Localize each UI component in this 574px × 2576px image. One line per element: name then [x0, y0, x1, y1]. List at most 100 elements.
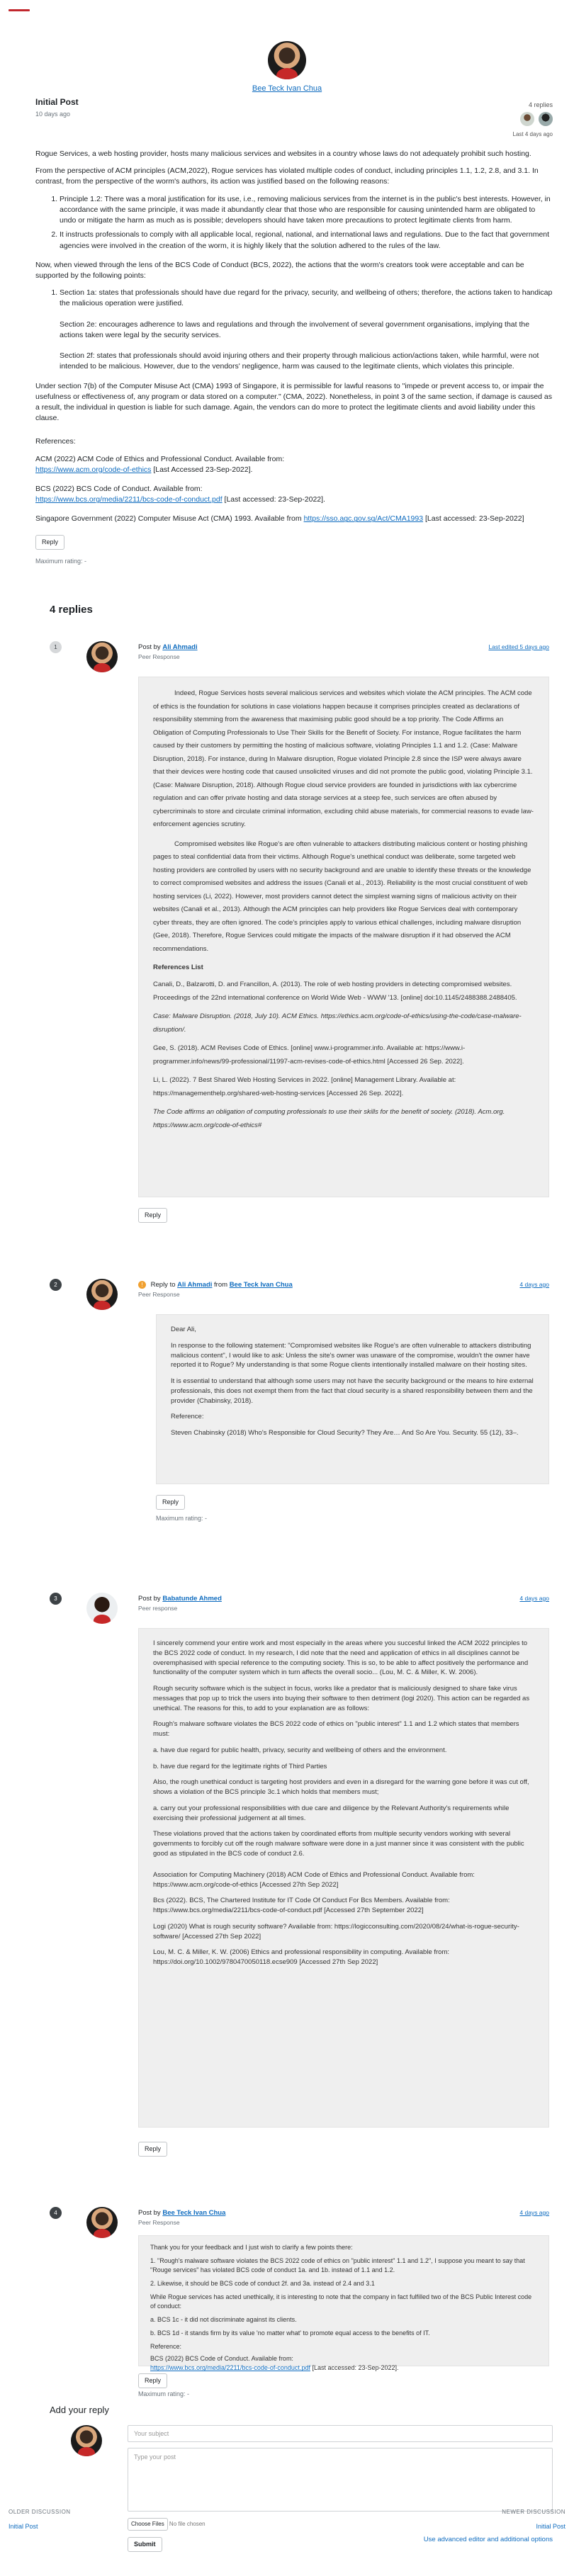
reply-author-avatar[interactable]: [86, 641, 118, 672]
reply-button[interactable]: Reply: [138, 2373, 168, 2389]
reply-paragraph: b. have due regard for the legitimate ri…: [153, 1762, 327, 1770]
reply-author-link[interactable]: Bee Teck Ivan Chua: [230, 1281, 293, 1289]
max-rating: Maximum rating: -: [138, 2390, 190, 2397]
reference-list-title: References List: [153, 964, 203, 972]
reply-author-link[interactable]: Ali Ahmadi: [162, 643, 197, 651]
reply-paragraph: a. BCS 1c - it did not discriminate agai…: [150, 2316, 297, 2324]
newer-discussion-label: Newer discussion: [502, 2509, 565, 2515]
post-by-label: Post by: [138, 2209, 161, 2217]
reply-role: Peer Response: [138, 653, 180, 660]
references-title: References:: [35, 437, 76, 446]
file-picker: Choose Files No file chosen: [128, 2518, 206, 2531]
reply-button[interactable]: Reply: [156, 1495, 186, 1510]
choose-files-button[interactable]: Choose Files: [128, 2518, 168, 2531]
reference-item: ACM (2022) ACM Code of Ethics and Profes…: [35, 454, 553, 475]
reply-thread-4: 4 Post by Bee Teck Ivan Chua Peer Respon…: [50, 2207, 553, 2397]
older-discussion-label: Older discussion: [9, 2509, 71, 2515]
bcs-sections-list: Section 1a: states that professionals sh…: [60, 288, 553, 372]
reply-author-avatar[interactable]: [86, 2207, 118, 2238]
reply-index: 4: [50, 2207, 62, 2219]
reply-index: 2: [50, 1279, 62, 1291]
reply-content: I sincerely commend your entire work and…: [138, 1628, 549, 2128]
reference-link[interactable]: https://www.acm.org/code-of-ethics: [35, 465, 151, 474]
older-discussion-link[interactable]: Initial Post: [9, 2522, 71, 2531]
reply-content: Thank you for your feedback and I just w…: [138, 2235, 549, 2371]
post-paragraph: From the perspective of ACM principles (…: [35, 166, 539, 186]
reply-date-link[interactable]: Last edited 5 days ago: [488, 643, 549, 651]
reply-thread-2: 2 ! Reply to Ali Ahmadi from Bee Teck Iv…: [50, 1279, 553, 1576]
reference-item: Singapore Government (2022) Computer Mis…: [35, 514, 553, 524]
list-item: Section 1a: states that professionals sh…: [60, 288, 553, 309]
reply-paragraph: Also, the rough unethical conduct is tar…: [153, 1778, 529, 1797]
reply-paragraph: Compromised websites like Rogue's are of…: [153, 840, 531, 953]
reply-content: Dear Ali, In response to the following s…: [156, 1314, 549, 1484]
reply-date-link[interactable]: 4 days ago: [519, 1280, 549, 1289]
replies-count: 4 replies: [528, 101, 553, 108]
reference-link[interactable]: https://www.bcs.org/media/2211/bcs-code-…: [150, 2364, 310, 2371]
reply-paragraph: Thank you for your feedback and I just w…: [150, 2244, 353, 2251]
reply-author-avatar[interactable]: [86, 1593, 118, 1624]
list-item: It instructs professionals to comply wit…: [60, 230, 553, 251]
reference-link[interactable]: https://sso.agc.gov.sg/Act/CMA1993: [304, 514, 423, 523]
post-by-label: Post by: [138, 1595, 161, 1603]
replier-avatar[interactable]: [539, 112, 553, 126]
reply-meta: Post by Bee Teck Ivan Chua Peer Response…: [138, 2208, 549, 2227]
principles-list: Principle 1.2: There was a moral justifi…: [60, 194, 553, 252]
subject-input[interactable]: Your subject: [128, 2425, 553, 2442]
max-rating: Maximum rating: -: [156, 1515, 208, 1522]
reply-thread-1: 1 Post by Ali Ahmadi Peer Response Last …: [50, 641, 553, 1265]
post-paragraph: Rogue Services, a web hosting provider, …: [35, 149, 531, 158]
reply-date-link[interactable]: 4 days ago: [519, 2208, 549, 2217]
post-textarea[interactable]: Type your post: [128, 2448, 553, 2512]
reference-text: BCS (2022) BCS Code of Conduct. Availabl…: [35, 485, 203, 494]
submit-button[interactable]: Submit: [128, 2537, 162, 2553]
post-paragraph: Now, when viewed through the lens of the…: [35, 260, 524, 280]
reply-content: Indeed, Rogue Services hosts several mal…: [138, 677, 549, 1197]
reply-paragraph: In response to the following statement: …: [171, 1341, 531, 1369]
reply-thread-3: 3 Post by Babatunde Ahmed Peer response …: [50, 1593, 553, 2195]
last-reply-time: Last 4 days ago: [512, 131, 553, 137]
reply-to-label: Reply to: [150, 1281, 176, 1289]
reference-item: Canali, D., Balzarotti, D. and Francillo…: [153, 981, 517, 1002]
reply-button[interactable]: Reply: [138, 1208, 168, 1224]
reply-date-link[interactable]: 4 days ago: [519, 1594, 549, 1603]
reply-button[interactable]: Reply: [138, 2142, 168, 2157]
reply-author-link[interactable]: Babatunde Ahmed: [162, 1595, 222, 1603]
reference-item: Li, L. (2022). 7 Best Shared Web Hosting…: [153, 1076, 456, 1097]
reference-item: BCS (2022) BCS Code of Conduct. Availabl…: [35, 484, 553, 505]
reference-item: Lou, M. C. & Miller, K. W. (2006) Ethics…: [153, 1948, 450, 1967]
reply-button[interactable]: Reply: [35, 534, 65, 550]
reply-role: Peer Response: [138, 2218, 180, 2226]
author-link[interactable]: Bee Teck Ivan Chua: [0, 84, 574, 95]
post-header: Initial Post 10 days ago 4 replies Last …: [35, 96, 553, 137]
from-label: from: [214, 1281, 228, 1289]
reference-item: BCS (2022) BCS Code of Conduct. Availabl…: [150, 2354, 537, 2373]
post-body: Rogue Services, a web hosting provider, …: [35, 149, 553, 566]
reference-accessed: [Last Accessed 23-Sep-2022].: [153, 465, 253, 474]
reply-to-author-link[interactable]: Ali Ahmadi: [177, 1281, 212, 1289]
reference-link[interactable]: https://www.bcs.org/media/2211/bcs-code-…: [35, 495, 223, 504]
reply-paragraph: These violations proved that the actions…: [153, 1830, 524, 1858]
post-title: Initial Post: [35, 97, 79, 107]
author-avatar[interactable]: [268, 41, 306, 79]
add-reply-title: Add your reply: [50, 2405, 109, 2415]
advanced-editor-link[interactable]: Use advanced editor and additional optio…: [424, 2535, 553, 2545]
reference-item: The Code affirms an obligation of comput…: [153, 1108, 505, 1129]
reply-paragraph: Rough security software which is the sub…: [153, 1685, 530, 1712]
reply-paragraph: While Rogue services has acted unethical…: [150, 2293, 532, 2310]
no-file-label: No file chosen: [169, 2521, 206, 2527]
older-discussion: Older discussion Initial Post: [9, 2508, 71, 2531]
replier-avatar[interactable]: [520, 112, 534, 126]
reply-index: 3: [50, 1593, 62, 1605]
newer-discussion-link[interactable]: Initial Post: [502, 2522, 565, 2531]
reference-item: Logi (2020) What is rough security softw…: [153, 1922, 519, 1941]
reference-text: Singapore Government (2022) Computer Mis…: [35, 514, 302, 524]
reply-author-link[interactable]: Bee Teck Ivan Chua: [162, 2209, 225, 2217]
reply-paragraph: b. BCS 1d - it stands firm by its value …: [150, 2329, 430, 2337]
reference-item: Case: Malware Disruption. (2018, July 10…: [153, 1012, 522, 1034]
reply-author-avatar[interactable]: [86, 1279, 118, 1310]
reply-paragraph: 1. "Rough's malware software violates th…: [150, 2257, 525, 2274]
reply-meta: Post by Ali Ahmadi Peer Response Last ed…: [138, 643, 549, 661]
reference-accessed: [Last accessed: 23-Sep-2022].: [312, 2364, 399, 2372]
reply-paragraph: a. carry out your professional responsib…: [153, 1804, 510, 1822]
